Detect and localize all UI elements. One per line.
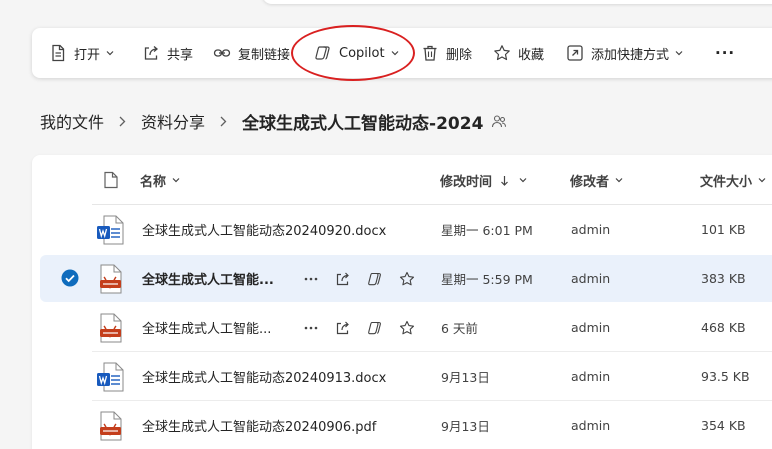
checkmark-icon[interactable] [61,269,79,287]
file-modified: 星期一 6:01 PM [441,223,533,238]
file-row[interactable]: 全球生成式人工智能... 6 天前 admin 468 KB [32,303,772,352]
breadcrumb: 我的文件 资料分享 全球生成式人工智能动态-2024 [40,106,507,136]
search-bar-edge [262,0,772,4]
file-modified-by: admin [571,271,611,286]
file-name[interactable]: 全球生成式人工智能... [142,254,274,303]
breadcrumb-my-files[interactable]: 我的文件 [40,109,104,133]
pdf-file-icon [96,411,124,441]
file-list: 名称 修改时间 修改者 文件大小 全球生成式人工智能动态20240920.doc… [32,155,772,449]
file-modified: 9月13日 [441,419,490,434]
file-modified: 6 天前 [441,321,478,336]
chevron-right-icon [219,116,228,127]
file-name[interactable]: 全球生成式人工智能... [142,303,271,352]
star-icon [493,44,511,62]
star-icon[interactable] [398,319,416,337]
file-name[interactable]: 全球生成式人工智能动态20240906.pdf [142,401,376,449]
file-size: 354 KB [701,418,746,433]
breadcrumb-shared-materials[interactable]: 资料分享 [141,109,205,133]
column-header-modified-by-label: 修改者 [570,174,610,190]
file-modified-by: admin [571,222,611,237]
copilot-icon[interactable] [366,270,384,288]
copilot-button[interactable]: Copilot [314,28,399,78]
row-quick-actions [302,254,430,303]
file-size: 93.5 KB [701,369,750,384]
chevron-down-icon [615,176,623,184]
file-list-header: 名称 修改时间 修改者 文件大小 [32,155,772,205]
file-modified-by: admin [571,418,611,433]
breadcrumb-current-folder: 全球生成式人工智能动态-2024 [242,113,484,134]
favorite-button[interactable]: 收藏 [493,28,544,78]
link-icon [213,44,231,62]
favorite-label: 收藏 [518,47,545,63]
delete-label: 删除 [446,47,473,63]
file-type-column-icon[interactable] [103,171,119,189]
star-icon[interactable] [398,270,416,288]
chevron-down-icon [519,176,527,184]
column-header-size-label: 文件大小 [700,174,753,190]
column-header-name[interactable]: 名称 [140,155,180,205]
chevron-down-icon [391,49,399,57]
file-row[interactable]: 全球生成式人工智能动态20240920.docx 星期一 6:01 PM admin… [32,205,772,254]
people-icon[interactable] [491,113,507,129]
row-quick-actions [302,303,430,352]
file-size: 468 KB [701,320,746,335]
open-label: 打开 [74,47,101,63]
chevron-down-icon [758,176,766,184]
trash-icon [421,44,439,62]
file-modified-by: admin [571,369,611,384]
file-row[interactable]: 全球生成式人工智能动态20240913.docx 9月13日 admin 93.5 K… [32,352,772,401]
add-shortcut-label: 添加快捷方式 [591,47,670,63]
column-header-modified-by[interactable]: 修改者 [570,155,623,205]
more-options-button[interactable]: ··· [715,28,735,78]
file-modified-by: admin [571,320,611,335]
file-row[interactable]: 全球生成式人工智能... 星期一 5:59 PM admin 383 KB [32,254,772,303]
open-button[interactable]: 打开 [49,28,114,78]
add-shortcut-button[interactable]: 添加快捷方式 [566,28,683,78]
share-button[interactable]: 共享 [142,28,193,78]
column-header-modified[interactable]: 修改时间 [440,155,527,205]
file-name[interactable]: 全球生成式人工智能动态20240920.docx [142,205,386,254]
open-document-icon [49,44,67,62]
file-size: 101 KB [701,222,746,237]
copilot-icon [314,44,332,62]
copy-link-button[interactable]: 复制链接 [213,28,290,78]
file-size: 383 KB [701,271,746,286]
copy-link-label: 复制链接 [238,47,291,63]
chevron-down-icon [675,49,683,57]
file-name[interactable]: 全球生成式人工智能动态20240913.docx [142,352,386,401]
column-header-modified-label: 修改时间 [440,174,493,190]
share-icon[interactable] [334,270,352,288]
command-bar: 打开 共享 复制链接 Copilot 删除 收藏 添加快捷方式 ··· [32,28,772,78]
column-header-name-label: 名称 [140,174,167,190]
share-icon[interactable] [334,319,352,337]
chevron-down-icon [172,176,180,184]
delete-button[interactable]: 删除 [421,28,472,78]
copilot-icon[interactable] [366,319,384,337]
sort-down-arrow-icon [500,175,509,186]
share-label: 共享 [167,47,194,63]
word-file-icon [96,215,124,245]
pdf-file-icon [96,264,124,294]
file-modified: 9月13日 [441,370,490,385]
chevron-down-icon [106,49,114,57]
word-file-icon [96,362,124,392]
shortcut-icon [566,44,584,62]
copilot-label: Copilot [339,45,385,61]
more-actions-icon[interactable] [302,270,320,288]
pdf-file-icon [96,313,124,343]
file-modified: 星期一 5:59 PM [441,272,533,287]
more-icon: ··· [715,44,736,62]
more-actions-icon[interactable] [302,319,320,337]
column-header-size[interactable]: 文件大小 [700,155,766,205]
chevron-right-icon [118,116,127,127]
share-icon [142,44,160,62]
file-row[interactable]: 全球生成式人工智能动态20240906.pdf 9月13日 admin 354 KB [32,401,772,449]
